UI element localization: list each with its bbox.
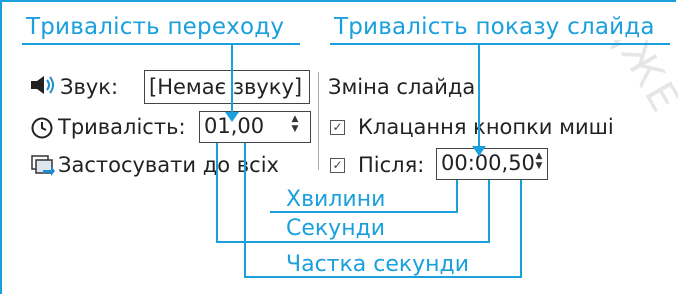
clock-icon <box>30 116 54 144</box>
apply-all-icon <box>30 154 56 182</box>
sound-select[interactable]: [Немає звуку] <box>144 70 310 104</box>
sound-label: Звук: <box>60 75 119 99</box>
leader-transition <box>231 44 233 120</box>
group-separator <box>318 72 319 170</box>
duration-label: Тривалість: <box>58 115 186 139</box>
leader-slide <box>478 44 480 156</box>
on-click-checkbox[interactable]: ✓ <box>330 120 345 135</box>
fraction-vertical-left <box>244 143 246 278</box>
speaker-icon <box>30 74 56 100</box>
minutes-vertical <box>456 180 458 212</box>
seconds-vertical-left <box>216 143 218 243</box>
callout-underline-left <box>22 43 300 45</box>
minutes-label: Хвилини <box>286 187 386 212</box>
after-checkbox[interactable]: ✓ <box>330 158 345 173</box>
seconds-label: Секунди <box>286 216 386 241</box>
callout-underline-right <box>330 43 670 45</box>
fraction-label: Частка секунди <box>286 252 470 277</box>
advance-heading: Зміна слайда <box>328 75 476 99</box>
duration-spinner[interactable]: ▲ ▼ <box>288 114 302 134</box>
after-label: Після: <box>358 153 425 177</box>
seconds-vertical-right <box>488 180 490 242</box>
fraction-vertical-right <box>520 180 522 277</box>
arrow-transition <box>225 112 239 122</box>
callout-transition-duration: Тривалість переходу <box>22 14 289 40</box>
callout-slide-duration: Тривалість показу слайда <box>330 14 659 40</box>
arrow-slide <box>472 146 486 156</box>
after-spinner[interactable]: ▲ ▼ <box>532 151 546 171</box>
on-click-label: Клацання кнопки миші <box>358 115 614 139</box>
